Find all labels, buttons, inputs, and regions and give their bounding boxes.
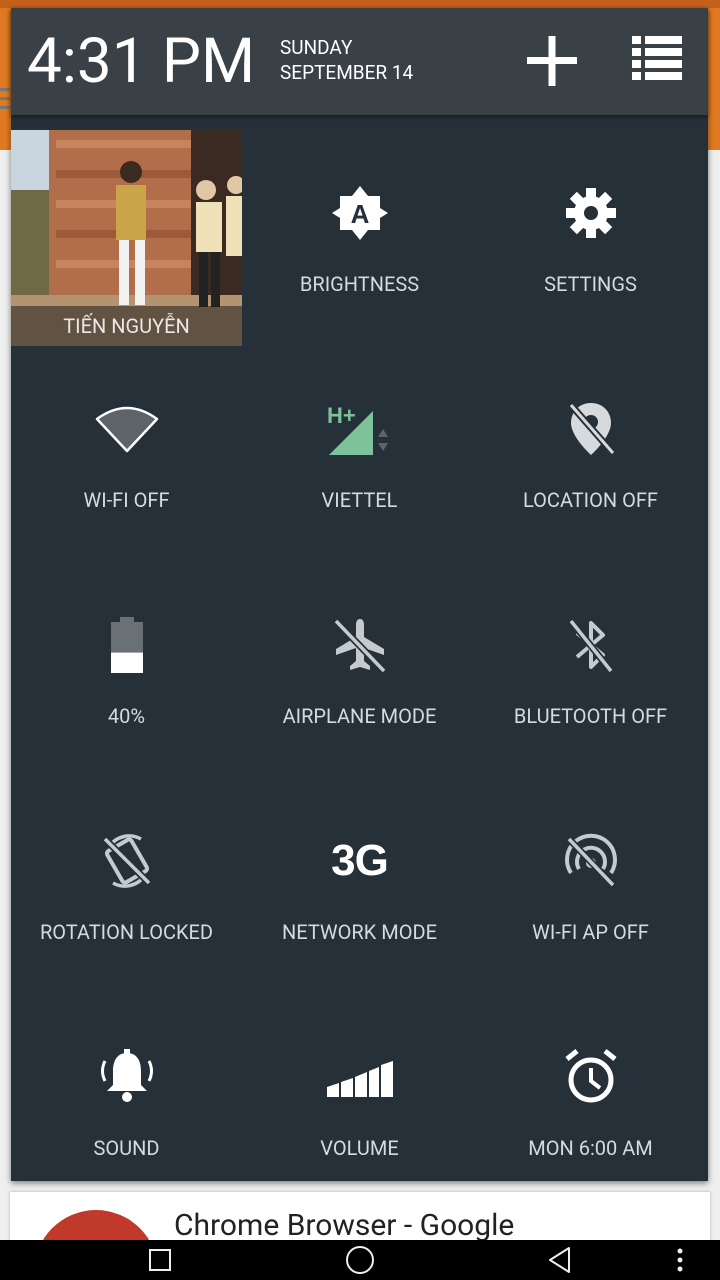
mobile-data-tile[interactable]: H+ VIETTEL [244, 346, 475, 562]
volume-bars-icon [244, 1044, 475, 1110]
wifi-ap-off-icon [475, 828, 706, 894]
wifi-tile[interactable]: WI-FI OFF [11, 346, 242, 562]
navigation-bar [0, 1240, 720, 1280]
airplane-off-icon [244, 612, 475, 678]
wifi-off-icon [11, 396, 242, 462]
home-button[interactable] [330, 1240, 390, 1280]
volume-tile[interactable]: VOLUME [244, 994, 475, 1210]
status-bar [0, 0, 720, 8]
battery-label: 40% [107, 704, 146, 728]
quick-settings-header: 4:31 PM SUNDAY SEPTEMBER 14 [11, 8, 708, 115]
circle-icon [346, 1246, 374, 1274]
recents-button[interactable] [130, 1240, 190, 1280]
wifi-ap-label: WI-FI AP OFF [532, 920, 649, 944]
overflow-menu-button[interactable] [650, 1240, 710, 1280]
brightness-tile[interactable]: A BRIGHTNESS [244, 130, 475, 346]
user-name: TIẾN NGUYỄN [63, 314, 190, 338]
alarm-clock-icon [475, 1044, 706, 1110]
bluetooth-tile[interactable]: BLUETOOTH OFF [475, 562, 706, 778]
bluetooth-label: BLUETOOTH OFF [513, 704, 668, 728]
date[interactable]: SEPTEMBER 14 [280, 61, 413, 85]
settings-label: SETTINGS [544, 272, 637, 296]
user-profile-tile[interactable]: TIẾN NGUYỄN [11, 130, 242, 346]
quick-settings-panel: 4:31 PM SUNDAY SEPTEMBER 14 TIẾN NGUYỄN … [11, 8, 708, 1181]
rotation-label: ROTATION LOCKED [39, 920, 214, 944]
sound-tile[interactable]: SOUND [11, 994, 242, 1210]
brightness-icon: A [244, 180, 475, 246]
plus-icon [527, 36, 577, 86]
network-mode-label: NETWORK MODE [282, 920, 437, 944]
signal-icon: H+ [244, 396, 475, 462]
location-tile[interactable]: LOCATION OFF [475, 346, 706, 562]
wifi-ap-tile[interactable]: WI-FI AP OFF [475, 778, 706, 994]
clock-time[interactable]: 4:31 PM [27, 26, 255, 98]
notifications-list-button[interactable] [626, 30, 688, 92]
add-button[interactable] [521, 30, 583, 92]
more-vert-icon [677, 1248, 683, 1272]
rotation-tile[interactable]: ROTATION LOCKED [11, 778, 242, 994]
bluetooth-off-icon [475, 612, 706, 678]
mobile-label: VIETTEL [321, 488, 398, 512]
gear-icon [475, 180, 706, 246]
background-menu-icon [0, 88, 10, 115]
square-icon [149, 1249, 171, 1271]
svg-text:A: A [350, 199, 369, 229]
list-icon [632, 36, 682, 80]
sound-label: SOUND [93, 1136, 160, 1160]
location-label: LOCATION OFF [523, 488, 658, 512]
volume-label: VOLUME [320, 1136, 399, 1160]
back-button[interactable] [530, 1240, 590, 1280]
alarm-tile[interactable]: MON 6:00 AM [475, 994, 706, 1210]
network-mode-tile[interactable]: 3G NETWORK MODE [244, 778, 475, 994]
battery-tile[interactable]: 40% [11, 562, 242, 778]
settings-tile[interactable]: SETTINGS [475, 130, 706, 346]
location-off-icon [475, 396, 706, 462]
brightness-label: BRIGHTNESS [299, 272, 420, 296]
wifi-label: WI-FI OFF [83, 488, 170, 512]
airplane-label: AIRPLANE MODE [282, 704, 437, 728]
network-3g-icon: 3G [331, 836, 389, 885]
background-card-title: Chrome Browser - Google [174, 1208, 515, 1243]
day-of-week[interactable]: SUNDAY [280, 36, 352, 60]
rotation-locked-icon [11, 828, 242, 894]
battery-icon [11, 612, 242, 678]
airplane-mode-tile[interactable]: AIRPLANE MODE [244, 562, 475, 778]
bell-ringing-icon [11, 1044, 242, 1110]
alarm-label: MON 6:00 AM [528, 1136, 653, 1160]
back-triangle-icon [549, 1247, 570, 1273]
mobile-type-text: H+ [327, 403, 356, 428]
